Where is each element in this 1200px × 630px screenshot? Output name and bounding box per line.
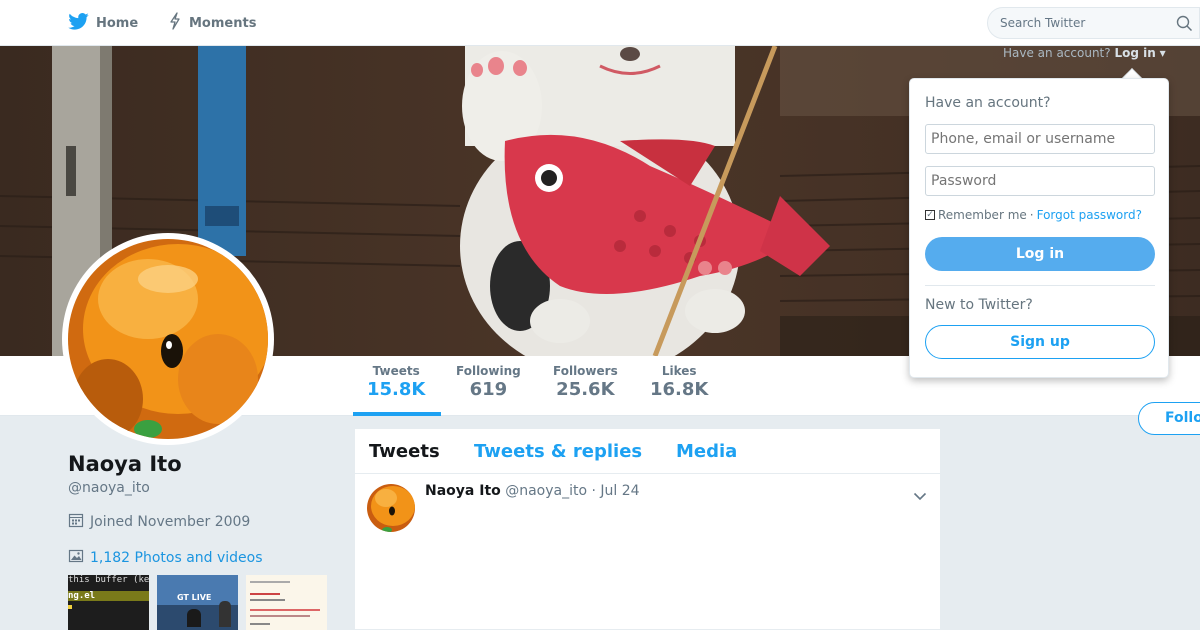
search-icon[interactable]: [1176, 15, 1193, 35]
stat-followers[interactable]: Followers 25.6K: [553, 364, 618, 400]
follow-button[interactable]: Follow: [1138, 402, 1200, 435]
nav-moments-label: Moments: [189, 15, 257, 31]
photos-videos-link[interactable]: 1,182 Photos and videos: [68, 548, 263, 568]
separator: ·: [1029, 208, 1034, 222]
media-thumbnail[interactable]: [246, 575, 327, 630]
profile-handle[interactable]: @naoya_ito: [68, 480, 150, 496]
username-field[interactable]: [925, 124, 1155, 154]
moments-lightning-icon: [168, 12, 182, 34]
tweet-author-name[interactable]: Naoya Ito: [425, 483, 501, 499]
dropdown-heading: Have an account?: [925, 95, 1051, 111]
avatar-image: [68, 239, 268, 439]
twitter-bird-icon: [68, 12, 89, 34]
login-hint-link[interactable]: Log in: [1114, 46, 1155, 60]
joined-text: Joined November 2009: [90, 514, 251, 530]
signup-button[interactable]: Sign up: [925, 325, 1155, 359]
media-thumbnail[interactable]: this buffer (ke ng.el: [68, 575, 149, 630]
profile-name[interactable]: Naoya Ito: [68, 452, 182, 476]
thumb-text: GT LIVE: [177, 593, 212, 602]
active-stat-underline: [353, 412, 441, 416]
nav-home-label: Home: [96, 15, 139, 31]
login-caret-icon: ▾: [1159, 46, 1166, 60]
tweet-meta[interactable]: @naoya_ito · Jul 24: [505, 483, 639, 499]
search-placeholder: Search Twitter: [1000, 16, 1086, 30]
stat-following[interactable]: Following 619: [456, 364, 521, 400]
stat-value: 619: [469, 379, 508, 400]
remember-row: ✓ Remember me · Forgot password?: [925, 208, 1142, 222]
nav-home[interactable]: Home: [68, 0, 138, 46]
tab-tweets-replies[interactable]: Tweets & replies: [474, 441, 642, 462]
login-button[interactable]: Log in: [925, 237, 1155, 271]
stat-label: Tweets: [372, 364, 420, 378]
thumb-text: this buffer (ke: [68, 575, 149, 585]
search-input[interactable]: Search Twitter: [987, 7, 1200, 39]
top-nav: Home Moments Search Twitter: [0, 0, 1200, 46]
photo-icon: [68, 548, 84, 568]
new-to-twitter-heading: New to Twitter?: [925, 297, 1033, 313]
remember-label[interactable]: Remember me: [938, 208, 1027, 222]
timeline: Tweets Tweets & replies Media Naoya Ito …: [354, 428, 941, 630]
timeline-tabs: Tweets Tweets & replies Media: [355, 429, 940, 474]
stat-label: Followers: [553, 364, 618, 378]
tab-tweets[interactable]: Tweets: [369, 441, 440, 462]
stat-likes[interactable]: Likes 16.8K: [650, 364, 708, 400]
tweet-header: Naoya Ito @naoya_ito · Jul 24: [425, 483, 640, 499]
stat-label: Likes: [661, 364, 697, 378]
stat-value: 15.8K: [367, 379, 426, 400]
media-thumbnail[interactable]: GT LIVE: [157, 575, 238, 630]
stat-tweets[interactable]: Tweets 15.8K: [367, 364, 425, 400]
chevron-down-icon[interactable]: [913, 486, 927, 505]
login-hint[interactable]: Have an account? Log in ▾: [1003, 46, 1166, 60]
remember-checkbox[interactable]: ✓: [925, 210, 935, 220]
photos-link-text: 1,182 Photos and videos: [90, 550, 263, 566]
divider: [925, 285, 1155, 286]
stat-label: Following: [456, 364, 521, 378]
thumb-text: ng.el: [68, 591, 149, 601]
nav-moments[interactable]: Moments: [168, 0, 256, 46]
forgot-password-link[interactable]: Forgot password?: [1037, 208, 1142, 222]
stat-value: 16.8K: [650, 379, 709, 400]
password-field[interactable]: [925, 166, 1155, 196]
stat-value: 25.6K: [556, 379, 615, 400]
login-dropdown: Have an account? ✓ Remember me · Forgot …: [909, 78, 1169, 378]
login-hint-prefix: Have an account?: [1003, 46, 1111, 60]
joined-date: Joined November 2009: [68, 512, 250, 532]
tweet-avatar[interactable]: [367, 484, 415, 532]
calendar-icon: [68, 512, 84, 532]
tab-media[interactable]: Media: [676, 441, 737, 462]
profile-avatar[interactable]: [62, 233, 274, 445]
